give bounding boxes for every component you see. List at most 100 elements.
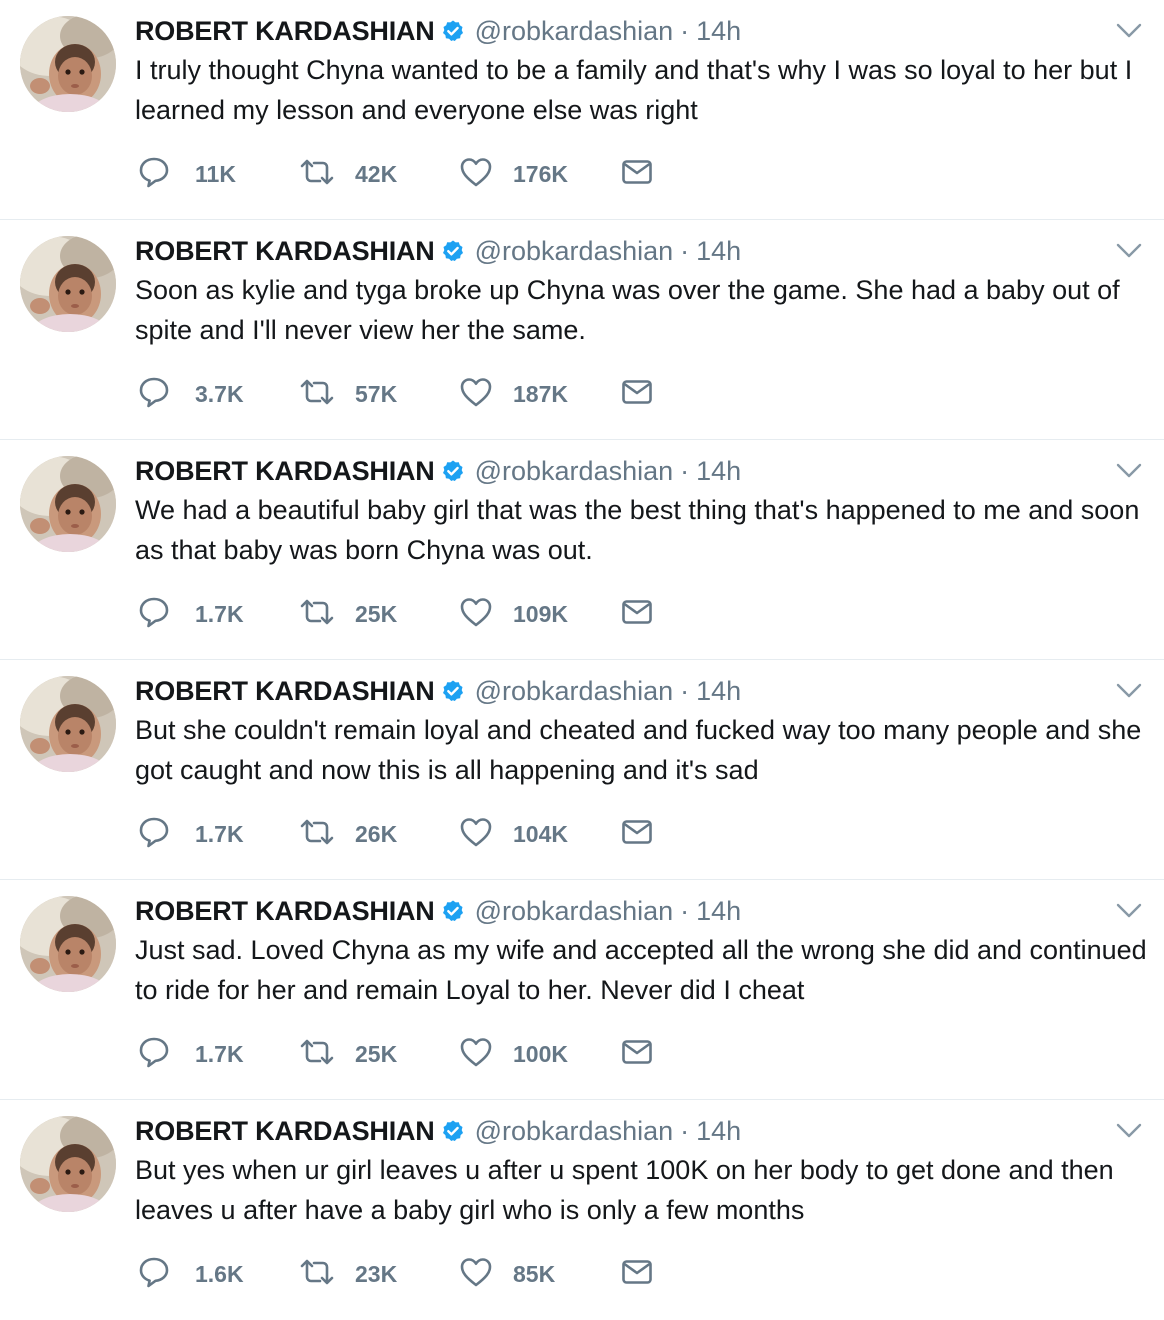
reply-count: 1.7K (195, 1040, 244, 1067)
verified-badge-icon (441, 1119, 465, 1143)
tweet-timeline: ROBERT KARDASHIAN @robkardashian · 14h I… (0, 0, 1164, 1320)
like-button[interactable]: 187K (459, 366, 568, 422)
retweet-icon (299, 817, 335, 852)
chevron-down-icon[interactable] (1116, 1122, 1142, 1140)
tweet-text: But she couldn't remain loyal and cheate… (135, 715, 1142, 785)
like-count: 187K (513, 380, 568, 407)
reply-icon (137, 1035, 171, 1074)
retweet-icon (299, 377, 335, 412)
account-name[interactable]: ROBERT KARDASHIAN (135, 896, 435, 927)
retweet-button[interactable]: 57K (299, 366, 397, 422)
account-name[interactable]: ROBERT KARDASHIAN (135, 1116, 435, 1147)
reply-button[interactable]: 1.6K (137, 1246, 244, 1302)
retweet-button[interactable]: 26K (299, 806, 397, 862)
tweet-header: ROBERT KARDASHIAN @robkardashian · 14h (135, 452, 741, 490)
tweet-timestamp[interactable]: 14h (696, 676, 741, 707)
retweet-button[interactable]: 25K (299, 586, 397, 642)
like-button[interactable]: 104K (459, 806, 568, 862)
envelope-icon (621, 1258, 653, 1291)
account-handle[interactable]: @robkardashian (475, 456, 674, 487)
like-count: 85K (513, 1260, 556, 1287)
account-handle[interactable]: @robkardashian (475, 236, 674, 267)
envelope-icon (621, 1038, 653, 1071)
avatar[interactable] (20, 896, 116, 992)
avatar[interactable] (20, 676, 116, 772)
reply-button[interactable]: 1.7K (137, 586, 244, 642)
chevron-down-icon[interactable] (1116, 242, 1142, 260)
direct-message-button[interactable] (621, 586, 653, 642)
tweet-text: I truly thought Chyna wanted to be a fam… (135, 55, 1133, 125)
heart-icon (459, 816, 493, 853)
verified-badge-icon (441, 459, 465, 483)
like-button[interactable]: 85K (459, 1246, 555, 1302)
avatar[interactable] (20, 456, 116, 552)
avatar[interactable] (20, 236, 116, 332)
tweet[interactable]: ROBERT KARDASHIAN @robkardashian · 14h S… (0, 220, 1164, 440)
reply-button[interactable]: 1.7K (137, 806, 244, 862)
account-handle[interactable]: @robkardashian (475, 676, 674, 707)
account-handle[interactable]: @robkardashian (475, 1116, 674, 1147)
like-count: 100K (513, 1040, 568, 1067)
reply-icon (137, 375, 171, 414)
tweet-header: ROBERT KARDASHIAN @robkardashian · 14h (135, 1112, 741, 1150)
like-count: 104K (513, 820, 568, 847)
reply-button[interactable]: 11K (137, 146, 236, 202)
reply-count: 11K (195, 160, 236, 187)
tweet-timestamp[interactable]: 14h (696, 896, 741, 927)
account-name[interactable]: ROBERT KARDASHIAN (135, 676, 435, 707)
avatar-photo-icon (20, 456, 116, 552)
retweet-count: 25K (355, 600, 398, 627)
avatar[interactable] (20, 16, 116, 112)
reply-count: 3.7K (195, 380, 244, 407)
account-name[interactable]: ROBERT KARDASHIAN (135, 16, 435, 47)
tweet-text: But yes when ur girl leaves u after u sp… (135, 1155, 1114, 1225)
retweet-button[interactable]: 42K (299, 146, 397, 202)
avatar-photo-icon (20, 16, 116, 112)
direct-message-button[interactable] (621, 366, 653, 422)
direct-message-button[interactable] (621, 806, 653, 862)
tweet-timestamp[interactable]: 14h (696, 16, 741, 47)
tweet[interactable]: ROBERT KARDASHIAN @robkardashian · 14h J… (0, 880, 1164, 1100)
retweet-count: 26K (355, 820, 398, 847)
reply-button[interactable]: 3.7K (137, 366, 244, 422)
tweet[interactable]: ROBERT KARDASHIAN @robkardashian · 14h B… (0, 660, 1164, 880)
envelope-icon (621, 378, 653, 411)
account-handle[interactable]: @robkardashian (475, 16, 674, 47)
retweet-count: 42K (355, 160, 398, 187)
like-count: 109K (513, 600, 568, 627)
direct-message-button[interactable] (621, 146, 653, 202)
like-button[interactable]: 100K (459, 1026, 568, 1082)
account-name[interactable]: ROBERT KARDASHIAN (135, 456, 435, 487)
tweet-actions: 1.7K 26K 104K (137, 806, 697, 862)
retweet-count: 57K (355, 380, 398, 407)
like-count: 176K (513, 160, 568, 187)
reply-button[interactable]: 1.7K (137, 1026, 244, 1082)
account-name[interactable]: ROBERT KARDASHIAN (135, 236, 435, 267)
separator-dot: · (680, 15, 690, 46)
verified-badge-icon (441, 19, 465, 43)
like-button[interactable]: 109K (459, 586, 568, 642)
account-handle[interactable]: @robkardashian (475, 896, 674, 927)
retweet-button[interactable]: 23K (299, 1246, 397, 1302)
direct-message-button[interactable] (621, 1246, 653, 1302)
tweet[interactable]: ROBERT KARDASHIAN @robkardashian · 14h I… (0, 0, 1164, 220)
tweet-text: Just sad. Loved Chyna as my wife and acc… (135, 935, 1147, 1005)
avatar[interactable] (20, 1116, 116, 1212)
chevron-down-icon[interactable] (1116, 682, 1142, 700)
separator-dot: · (680, 895, 690, 926)
chevron-down-icon[interactable] (1116, 22, 1142, 40)
direct-message-button[interactable] (621, 1026, 653, 1082)
verified-badge-icon (441, 239, 465, 263)
heart-icon (459, 156, 493, 193)
tweet-timestamp[interactable]: 14h (696, 236, 741, 267)
reply-count: 1.6K (195, 1260, 244, 1287)
tweet[interactable]: ROBERT KARDASHIAN @robkardashian · 14h W… (0, 440, 1164, 660)
tweet-actions: 11K 42K 176K (137, 146, 697, 202)
retweet-button[interactable]: 25K (299, 1026, 397, 1082)
chevron-down-icon[interactable] (1116, 462, 1142, 480)
tweet-timestamp[interactable]: 14h (696, 1116, 741, 1147)
tweet[interactable]: ROBERT KARDASHIAN @robkardashian · 14h B… (0, 1100, 1164, 1320)
tweet-timestamp[interactable]: 14h (696, 456, 741, 487)
chevron-down-icon[interactable] (1116, 902, 1142, 920)
like-button[interactable]: 176K (459, 146, 568, 202)
